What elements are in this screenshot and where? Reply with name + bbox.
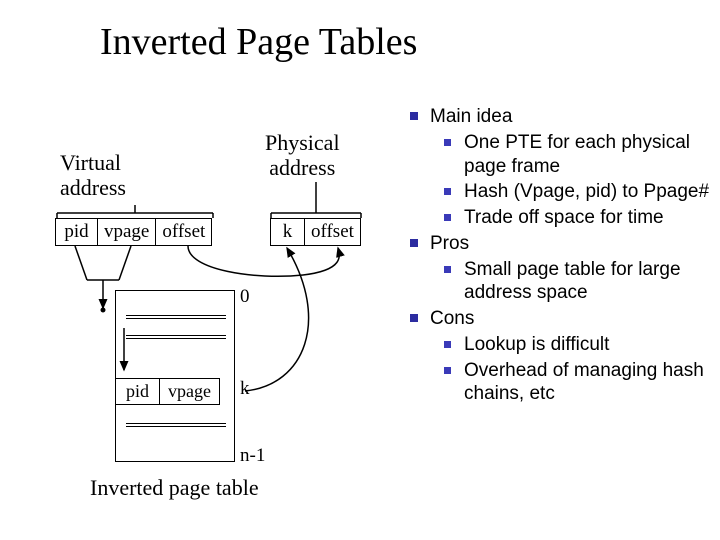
bullet-sub: Overhead of managing hash chains, etc — [444, 359, 715, 407]
bullet-sub: Hash (Vpage, pid) to Ppage# — [444, 180, 715, 204]
bullet-sub: Small page table for large address space — [444, 258, 715, 306]
ipt-entry-slot — [126, 335, 226, 339]
bullet-cons: Cons Lookup is difficult Overhead of man… — [410, 307, 715, 406]
bullet-main-idea: Main idea One PTE for each physical page… — [410, 105, 715, 230]
pa-k-cell: k — [271, 219, 305, 246]
bullet-sub: Trade off space for time — [444, 206, 715, 230]
va-vpage-cell: vpage — [98, 219, 156, 246]
bullet-pros: Pros Small page table for large address … — [410, 232, 715, 305]
ipt-entry-slot — [126, 423, 226, 427]
va-offset-cell: offset — [156, 219, 212, 246]
ipt-entry-slot — [126, 315, 226, 319]
slide-title: Inverted Page Tables — [100, 20, 417, 64]
physical-address-tuple: k offset — [270, 218, 361, 246]
ipt-index-n-minus-1: n-1 — [240, 445, 265, 467]
bullet-label: Main idea — [430, 106, 512, 127]
bullet-panel: Main idea One PTE for each physical page… — [410, 105, 715, 408]
virtual-address-label: Virtualaddress — [60, 150, 126, 201]
bullet-label: Cons — [430, 308, 474, 329]
ipt-caption: Inverted page table — [90, 475, 259, 500]
ipt-entry-detail: pid vpage — [115, 378, 220, 405]
pa-offset-cell: offset — [305, 219, 361, 246]
va-pid-cell: pid — [56, 219, 98, 246]
bullet-sub: Lookup is difficult — [444, 333, 715, 357]
inverted-page-table-box — [115, 290, 235, 462]
bullet-sub: One PTE for each physical page frame — [444, 131, 715, 179]
ipt-index-zero: 0 — [240, 286, 250, 308]
physical-address-label: Physicaladdress — [265, 130, 340, 181]
diagram-area: Virtualaddress Physicaladdress pid vpage… — [55, 110, 400, 510]
ipt-entry-pid: pid — [116, 379, 160, 405]
ipt-entry-vpage: vpage — [160, 379, 220, 405]
ipt-index-k: k — [240, 378, 250, 400]
bullet-label: Pros — [430, 233, 469, 254]
virtual-address-tuple: pid vpage offset — [55, 218, 212, 246]
